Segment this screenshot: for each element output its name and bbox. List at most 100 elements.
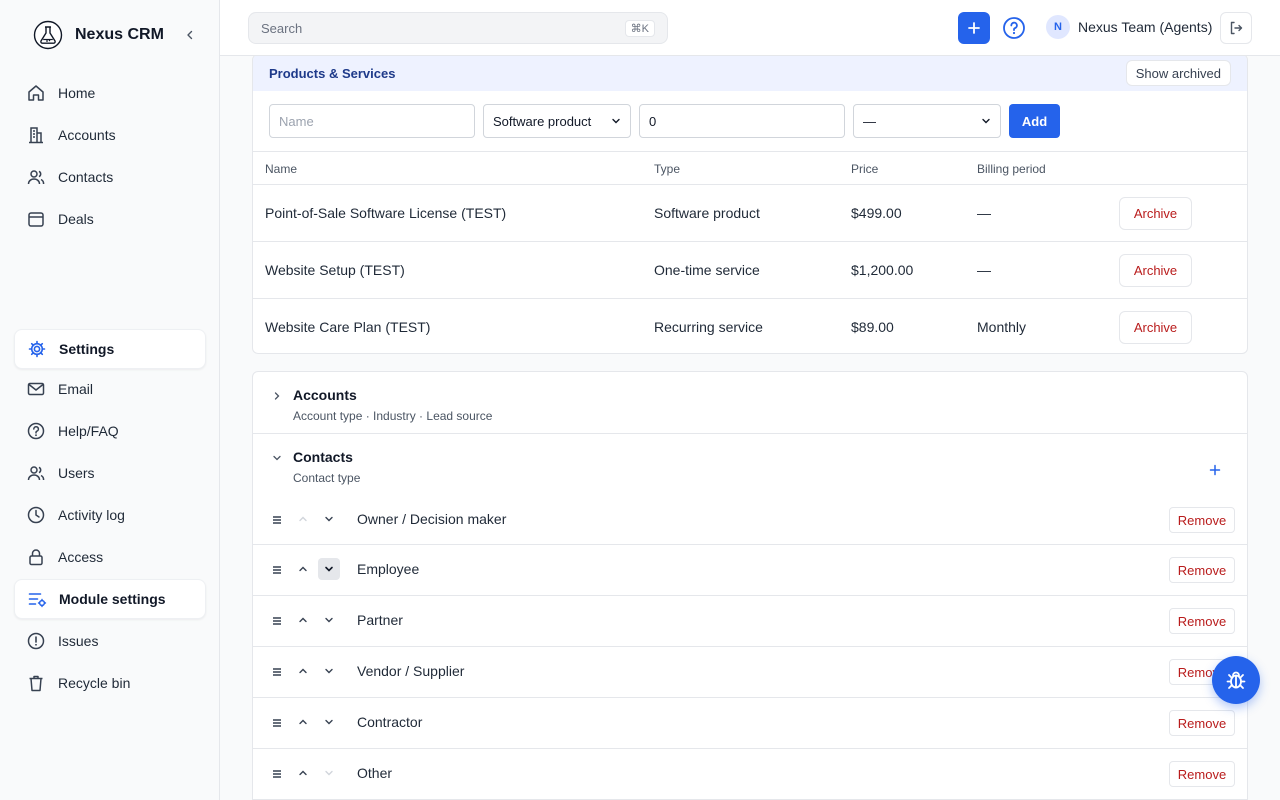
drag-handle-icon[interactable] (271, 512, 283, 528)
chevron-right-icon[interactable] (271, 390, 283, 402)
add-product-form: Name Software product 0 — Add (253, 91, 1247, 152)
remove-button[interactable]: Remove (1169, 507, 1235, 533)
move-down-button[interactable] (318, 558, 340, 580)
contact-type-label: Vendor / Supplier (357, 663, 465, 679)
product-type-select[interactable]: Software product (483, 104, 631, 138)
show-archived-button[interactable]: Show archived (1125, 60, 1231, 86)
sidebar-item-label: Contacts (58, 169, 114, 185)
drag-handle-icon[interactable] (271, 613, 283, 629)
sidebar-item-label: Help/FAQ (58, 423, 119, 439)
accounts-section[interactable]: Accounts Account type · Industry · Lead … (253, 372, 1247, 434)
add-contact-type-button[interactable] (1207, 462, 1223, 478)
billing-period-select[interactable]: — (853, 104, 1001, 138)
main-content: Products & Services Show archived Name S… (220, 56, 1280, 800)
sidebar-item-label: Accounts (58, 127, 116, 143)
archive-button[interactable]: Archive (1119, 197, 1192, 230)
brand[interactable]: Nexus CRM (33, 19, 164, 51)
move-up-button[interactable] (292, 711, 314, 733)
remove-button[interactable]: Remove (1169, 608, 1235, 634)
contact-type-label: Employee (357, 561, 420, 577)
add-product-button[interactable]: Add (1009, 104, 1060, 138)
sidebar-item-access[interactable]: Access (14, 537, 206, 577)
sidebar-item-module-settings[interactable]: Module settings (14, 579, 206, 619)
contact-type-label: Other (357, 765, 393, 781)
sidebar-item-home[interactable]: Home (14, 73, 206, 113)
create-new-button[interactable] (958, 12, 990, 44)
move-down-button[interactable] (318, 711, 340, 733)
help-button[interactable] (1002, 16, 1026, 40)
chevron-down-icon (325, 566, 333, 572)
chevron-down-icon (982, 118, 990, 124)
chevron-up-icon (299, 617, 307, 623)
archive-button[interactable]: Archive (1119, 311, 1192, 344)
sidebar-item-label: Users (58, 465, 95, 481)
settings-sections-card: Accounts Account type · Industry · Lead … (252, 371, 1248, 800)
product-billing-period: — (977, 205, 991, 221)
sidebar-item-help-faq[interactable]: Help/FAQ (14, 411, 206, 451)
move-down-button[interactable] (318, 508, 340, 530)
product-name-input[interactable]: Name (269, 104, 475, 138)
move-up-button[interactable] (292, 762, 314, 784)
products-services-card: Products & Services Show archived Name S… (252, 56, 1248, 354)
remove-button[interactable]: Remove (1169, 710, 1235, 736)
chevron-left-icon (187, 30, 193, 40)
move-down-button[interactable] (318, 762, 340, 784)
avatar[interactable]: N (1046, 15, 1070, 39)
sidebar-item-email[interactable]: Email (14, 369, 206, 409)
top-bar: Search ⌘K N Nexus Team (Agents) (220, 0, 1280, 56)
remove-button[interactable]: Remove (1169, 557, 1235, 583)
move-up-button[interactable] (292, 508, 314, 530)
move-up-button[interactable] (292, 558, 314, 580)
logout-icon (1230, 21, 1243, 35)
drag-handle-icon[interactable] (271, 664, 283, 680)
column-header-type: Type (654, 162, 681, 176)
chevron-down-icon[interactable] (271, 452, 283, 464)
move-down-button[interactable] (318, 609, 340, 631)
sidebar-item-settings[interactable]: Settings (14, 329, 206, 369)
mail-icon (26, 379, 46, 399)
sidebar-item-label: Email (58, 381, 94, 397)
search-shortcut: ⌘K (624, 19, 655, 37)
collapse-sidebar-button[interactable] (181, 26, 199, 44)
logout-button[interactable] (1220, 12, 1252, 44)
calendar-icon (26, 209, 46, 229)
users-icon (26, 167, 46, 187)
table-row: Website Setup (TEST) One-time service $1… (253, 242, 1247, 299)
settings-icon (27, 339, 47, 359)
sidebar-item-activity-log[interactable]: Activity log (14, 495, 206, 535)
move-up-button[interactable] (292, 660, 314, 682)
product-price-input[interactable]: 0 (639, 104, 845, 138)
sidebar-item-deals[interactable]: Deals (14, 199, 206, 239)
search-placeholder: Search (261, 20, 303, 36)
list-item: Contractor Remove (253, 698, 1247, 749)
drag-handle-icon[interactable] (271, 562, 283, 578)
remove-button[interactable]: Remove (1169, 761, 1235, 787)
list-item: Employee Remove (253, 545, 1247, 596)
search-input[interactable]: Search ⌘K (248, 12, 668, 44)
product-price: $89.00 (851, 319, 894, 335)
sidebar-item-recycle-bin[interactable]: Recycle bin (14, 663, 206, 703)
move-up-button[interactable] (292, 609, 314, 631)
sidebar-item-issues[interactable]: Issues (14, 621, 206, 661)
product-billing-period: Monthly (977, 319, 1027, 335)
help-circle-icon (1003, 17, 1025, 39)
sidebar-item-users[interactable]: Users (14, 453, 206, 493)
list-item: Owner / Decision maker Remove (253, 495, 1247, 545)
sidebar-item-contacts[interactable]: Contacts (14, 157, 206, 197)
sidebar-item-label: Settings (59, 341, 115, 357)
contact-type-label: Owner / Decision maker (357, 511, 507, 527)
product-type: One-time service (654, 262, 760, 278)
sidebar: Nexus CRM Home Accounts Contacts Deals S… (0, 0, 220, 800)
archive-button[interactable]: Archive (1119, 254, 1192, 287)
sidebar-item-label: Issues (58, 633, 99, 649)
user-name[interactable]: Nexus Team (Agents) (1078, 19, 1212, 35)
contacts-section-title: Contacts (293, 449, 353, 465)
drag-handle-icon[interactable] (271, 715, 283, 731)
products-services-title: Products & Services (269, 65, 396, 81)
move-down-button[interactable] (318, 660, 340, 682)
contacts-section[interactable]: Contacts Contact type (253, 434, 1247, 496)
product-price: $1,200.00 (851, 262, 914, 278)
bug-report-button[interactable] (1212, 656, 1260, 704)
sidebar-item-accounts[interactable]: Accounts (14, 115, 206, 155)
drag-handle-icon[interactable] (271, 766, 283, 782)
